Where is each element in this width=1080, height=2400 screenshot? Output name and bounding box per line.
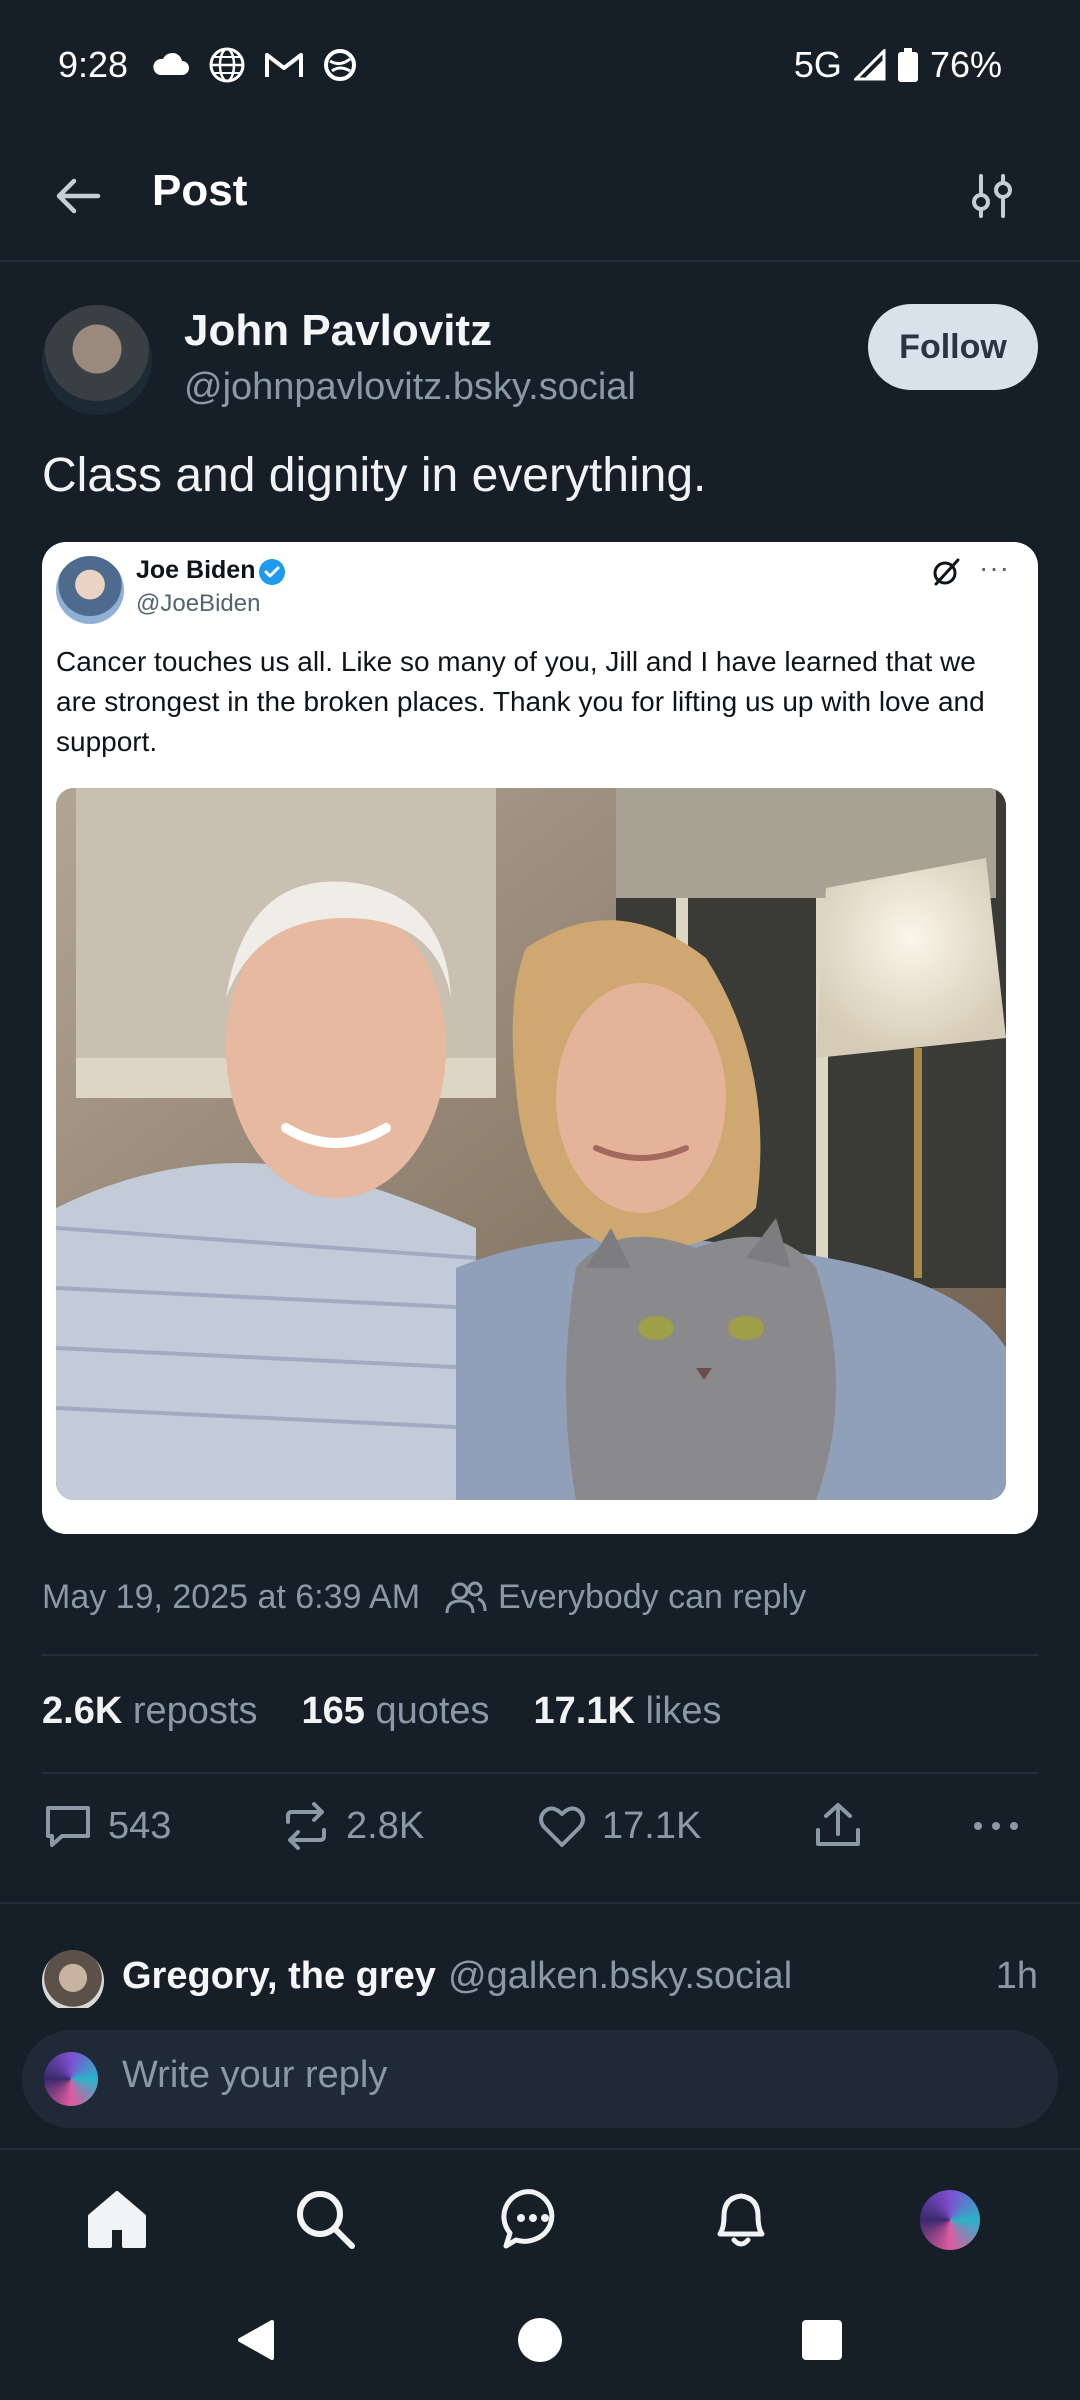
grok-icon xyxy=(933,558,960,586)
embed-avatar xyxy=(56,556,124,624)
status-time: 9:28 xyxy=(58,44,129,85)
profile-avatar[interactable] xyxy=(920,2190,980,2250)
divider xyxy=(42,1772,1038,1774)
post-text: Class and dignity in everything. xyxy=(42,449,707,502)
status-bar: 9:28 5G 76% xyxy=(0,0,1080,130)
more-icon xyxy=(974,1822,1018,1830)
embed-handle: @JoeBiden xyxy=(136,590,261,617)
home-icon[interactable] xyxy=(84,2186,150,2252)
reply-author-handle[interactable]: @galken.bsky.social xyxy=(448,1955,792,1998)
status-right: 5G 76% xyxy=(794,44,1002,86)
likes-label: likes xyxy=(645,1690,722,1732)
network-label: 5G xyxy=(793,44,842,85)
back-arrow-icon[interactable] xyxy=(52,170,104,222)
embed-more-icon: ··· xyxy=(979,552,1010,583)
globe-icon xyxy=(209,47,245,83)
back-triangle-icon[interactable] xyxy=(232,2316,280,2364)
battery-icon xyxy=(897,48,918,82)
people-icon xyxy=(445,1581,487,1613)
composer-avatar xyxy=(44,2052,98,2106)
bell-icon[interactable] xyxy=(708,2186,774,2252)
more-button[interactable] xyxy=(970,1800,1022,1852)
post-timestamp: May 19, 2025 at 6:39 AM xyxy=(42,1578,421,1616)
cloud-icon xyxy=(153,52,189,75)
chat-icon[interactable] xyxy=(500,2186,566,2252)
quotes-count: 165 xyxy=(301,1690,365,1732)
like-icon xyxy=(539,1806,585,1847)
recents-square-icon[interactable] xyxy=(800,2318,844,2362)
thread-divider xyxy=(0,1902,1080,1904)
post-stats: 2.6K reposts 165 quotes 17.1K likes xyxy=(42,1690,722,1733)
reply-input-placeholder[interactable]: Write your reply xyxy=(122,2054,387,2097)
search-icon[interactable] xyxy=(292,2186,358,2252)
reply-avatar[interactable] xyxy=(42,1950,104,2012)
author-avatar[interactable] xyxy=(42,305,152,415)
embed-text: Cancer touches us all. Like so many of y… xyxy=(56,646,985,757)
post-actions: 543 2.8K 17.1K xyxy=(42,1800,1038,1880)
reposts-label: reposts xyxy=(132,1690,258,1732)
repost-button[interactable]: 2.8K xyxy=(280,1800,424,1852)
likes-count: 17.1K xyxy=(533,1690,635,1732)
photo-illustration xyxy=(56,788,1006,1500)
reply-author-name[interactable]: Gregory, the grey xyxy=(122,1955,436,1998)
reply-time: 1h xyxy=(995,1955,1038,1997)
embed-name: Joe Biden xyxy=(136,556,256,584)
reply-setting[interactable]: Everybody can reply xyxy=(498,1578,806,1617)
share-button[interactable] xyxy=(812,1800,864,1852)
author-handle[interactable]: @johnpavlovitz.bsky.social xyxy=(184,366,636,409)
reply-count: 543 xyxy=(108,1804,172,1847)
author-name[interactable]: John Pavlovitz xyxy=(184,306,492,356)
signal-icon xyxy=(853,49,886,81)
system-nav-bar xyxy=(0,2292,1080,2400)
vpn-icon xyxy=(324,49,356,81)
tune-icon[interactable] xyxy=(966,170,1018,222)
embedded-image[interactable]: Joe Biden @JoeBiden ··· Cancer touches u… xyxy=(42,542,1038,1534)
home-circle-icon[interactable] xyxy=(514,2314,566,2366)
share-icon xyxy=(816,1803,860,1846)
status-notification-icons xyxy=(150,46,358,84)
follow-button[interactable]: Follow xyxy=(868,304,1038,390)
likes-stat[interactable]: 17.1K likes xyxy=(534,1690,722,1733)
top-bar: Post xyxy=(0,130,1080,262)
post-meta: May 19, 2025 at 6:39 AM Everybody can re… xyxy=(42,1578,806,1617)
reposts-stat[interactable]: 2.6K reposts xyxy=(42,1690,257,1733)
verified-icon xyxy=(259,559,285,585)
like-count: 17.1K xyxy=(602,1804,702,1847)
reposts-count: 2.6K xyxy=(42,1690,123,1732)
repost-icon xyxy=(286,1802,326,1850)
quotes-stat[interactable]: 165 quotes xyxy=(301,1690,489,1733)
quotes-label: quotes xyxy=(375,1690,490,1732)
gmail-icon xyxy=(265,53,303,77)
page-title: Post xyxy=(152,166,248,215)
divider xyxy=(42,1654,1038,1656)
bottom-tab-bar xyxy=(0,2148,1080,2292)
embed-photo xyxy=(56,788,1006,1500)
reply-composer[interactable]: Write your reply xyxy=(22,2030,1058,2128)
reply-icon xyxy=(46,1806,90,1847)
repost-count: 2.8K xyxy=(346,1804,425,1847)
like-button[interactable]: 17.1K xyxy=(536,1800,701,1852)
battery-label: 76% xyxy=(929,44,1002,85)
reply-button[interactable]: 543 xyxy=(42,1800,171,1852)
